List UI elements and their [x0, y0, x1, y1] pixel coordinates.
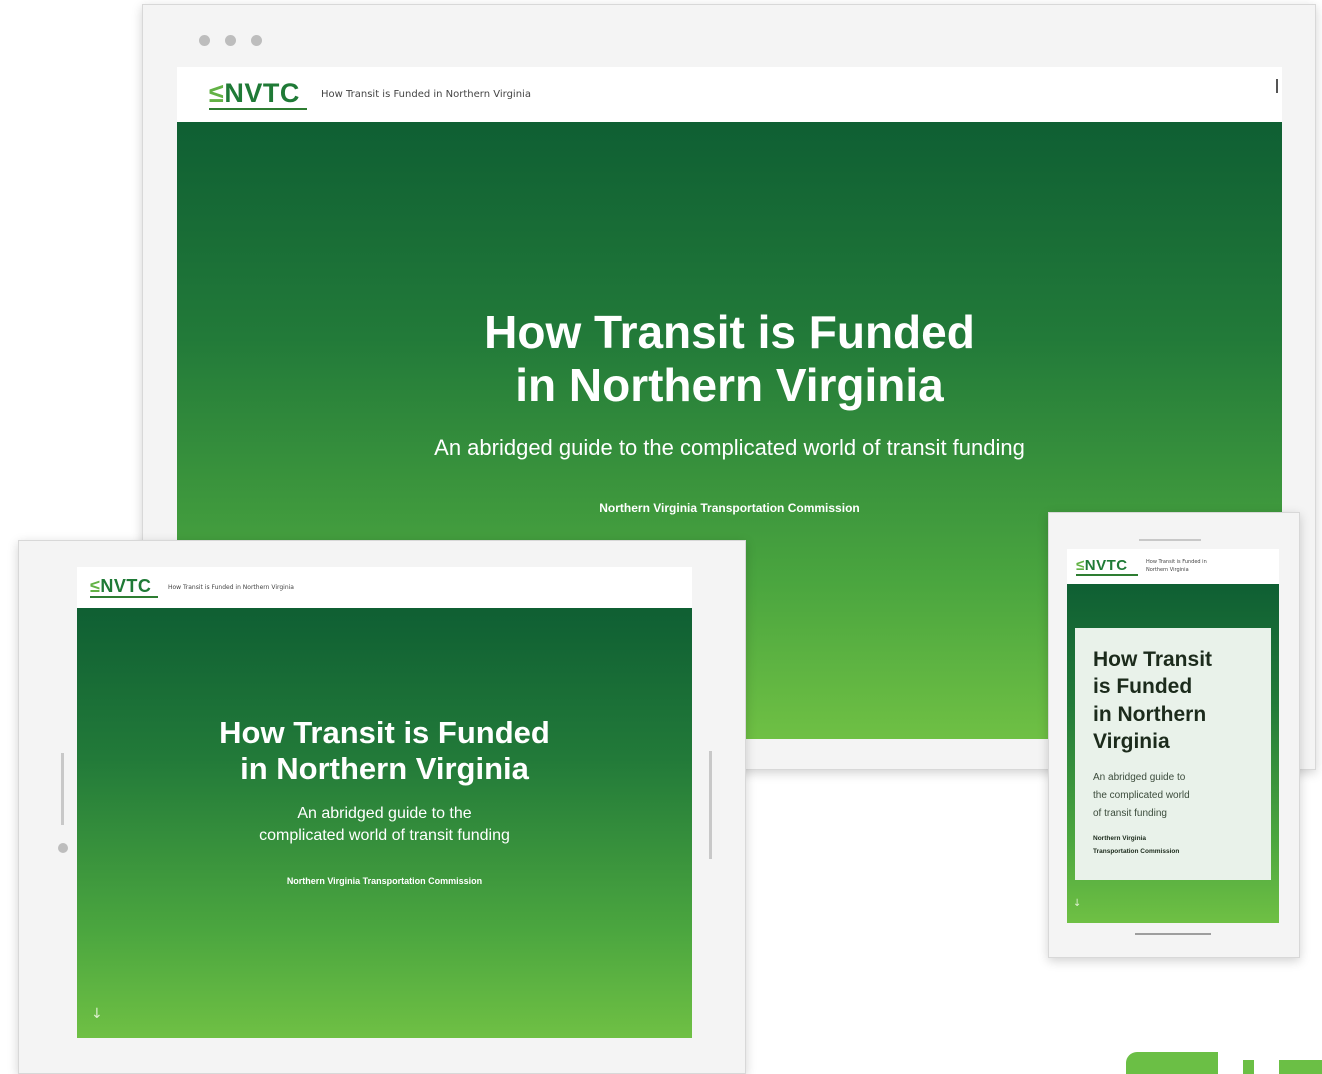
logo-tagline-bar — [209, 107, 307, 110]
logo-tagline-bar — [1076, 573, 1138, 576]
nvtc-logo[interactable]: ≤NVTC — [90, 577, 158, 598]
menu-handle[interactable] — [1276, 79, 1278, 93]
hero-subtitle-line1: An abridged guide to the — [297, 804, 472, 822]
hero-title-line1: How Transit is Funded — [219, 715, 550, 751]
hero-subtitle-line2: complicated world of transit funding — [259, 827, 510, 845]
nvtc-logo[interactable]: ≤NVTC — [1076, 558, 1138, 576]
hero-title: How Transit is Funded in Northern Virgin… — [1093, 646, 1255, 755]
hero-title-line2: in Northern Virginia — [240, 751, 529, 787]
arrow-down-icon[interactable]: ↓ — [1073, 898, 1081, 909]
swoosh-icon: ≤ — [90, 576, 101, 596]
hero-org-line: Transportation Commission — [1093, 847, 1180, 855]
swoosh-icon: ≤ — [1076, 556, 1085, 574]
logo-wordmark: ≤NVTC — [90, 576, 152, 596]
window-dot-icon — [225, 35, 236, 46]
hero-org: Northern Virginia Transportation Commiss… — [1093, 833, 1255, 858]
hero-org: Northern Virginia Transportation Commiss… — [599, 501, 860, 516]
tablet-side-line — [61, 753, 64, 825]
tablet-screen: ≤NVTC How Transit is Funded in Northern … — [77, 567, 692, 1038]
phone-topbar: ≤NVTC How Transit is Funded in Northern … — [1067, 549, 1279, 584]
phone-speaker — [1139, 539, 1201, 541]
phone-device-frame: ≤NVTC How Transit is Funded in Northern … — [1048, 512, 1300, 958]
hero-title: How Transit is Funded in Northern Virgin… — [219, 715, 550, 786]
window-dot-icon — [199, 35, 210, 46]
tablet-scrollbar[interactable] — [709, 751, 712, 859]
hero-title-line: Virginia — [1093, 729, 1170, 753]
arrow-down-icon[interactable]: ↓ — [91, 1006, 103, 1022]
hero-title-line: is Funded — [1093, 675, 1193, 699]
decorative-bar — [1126, 1052, 1218, 1074]
phone-hero: How Transit is Funded in Northern Virgin… — [1067, 584, 1279, 923]
logo-tagline-bar — [90, 596, 158, 598]
logo-wordmark: ≤NVTC — [209, 77, 300, 108]
desktop-topbar: ≤NVTC How Transit is Funded in Northern … — [177, 67, 1282, 122]
logo-wordmark: ≤NVTC — [1076, 556, 1128, 574]
hero-subtitle: An abridged guide to the complicated wor… — [219, 803, 550, 848]
tablet-hero: How Transit is Funded in Northern Virgin… — [77, 608, 692, 1038]
hero-subtitle-line: the complicated world — [1093, 790, 1190, 802]
phone-screen: ≤NVTC How Transit is Funded in Northern … — [1067, 549, 1279, 923]
hero-title-line: in Northern — [1093, 702, 1207, 726]
topbar-title[interactable]: How Transit is Funded in Northern Virgin… — [168, 584, 294, 591]
hero-subtitle-line: An abridged guide to — [1093, 772, 1186, 784]
hero-title-line: How Transit — [1093, 648, 1213, 671]
decorative-bar — [1279, 1060, 1322, 1074]
decorative-bar — [1243, 1060, 1254, 1074]
nvtc-logo[interactable]: ≤NVTC — [209, 77, 307, 110]
hero-org-line: Northern Virginia — [1093, 835, 1146, 843]
hero-subtitle: An abridged guide to the complicated wor… — [434, 435, 1025, 461]
tablet-topbar: ≤NVTC How Transit is Funded in Northern … — [77, 567, 692, 608]
hero-org: Northern Virginia Transportation Commiss… — [286, 875, 483, 886]
phone-home-indicator[interactable] — [1135, 933, 1211, 935]
topbar-title[interactable]: How Transit is Funded in Northern Virgin… — [321, 89, 531, 100]
hero-subtitle-line: of transit funding — [1093, 808, 1167, 820]
hero-title-line2: in Northern Virginia — [515, 358, 944, 411]
hero-title-line1: How Transit is Funded — [484, 305, 975, 358]
tablet-home-button[interactable] — [58, 843, 68, 853]
topbar-title[interactable]: How Transit is Funded in Northern Virgin… — [1146, 559, 1226, 574]
window-dot-icon — [251, 35, 262, 46]
swoosh-icon: ≤ — [209, 77, 225, 108]
hero-title: How Transit is Funded in Northern Virgin… — [434, 306, 1025, 412]
phone-title-card: How Transit is Funded in Northern Virgin… — [1075, 628, 1271, 880]
hero-subtitle: An abridged guide to the complicated wor… — [1093, 769, 1255, 823]
tablet-device-frame: ≤NVTC How Transit is Funded in Northern … — [18, 540, 746, 1074]
